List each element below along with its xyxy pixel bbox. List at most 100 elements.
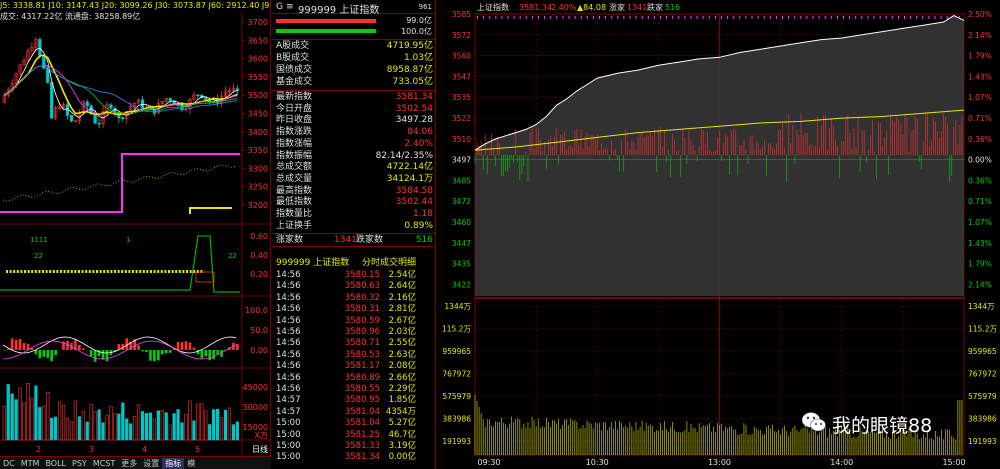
ind1-marker <box>171 270 174 273</box>
event-marker <box>586 16 588 19</box>
tick-time: 14:56 <box>276 281 301 292</box>
chart-down: 516 <box>665 3 680 12</box>
event-marker <box>690 16 692 19</box>
ind2-bar <box>212 350 215 360</box>
ind1-marker <box>168 270 170 273</box>
ind1-marker <box>63 270 66 273</box>
ind2-bar <box>236 343 239 350</box>
vol-axis-label-right: 1344万 <box>968 302 995 311</box>
tick-row: 14:56 3580.89 2.66亿 <box>272 373 436 384</box>
tick-row: 15:00 3581.33 3.19亿 <box>272 441 436 452</box>
period-label[interactable]: 日线 <box>252 444 268 454</box>
event-marker <box>940 16 942 19</box>
price-tick-label: 3300 <box>248 164 268 173</box>
indicator-tab[interactable]: 指标 <box>162 457 185 469</box>
quote-label: 总成交额 <box>276 162 313 173</box>
event-marker <box>592 16 594 19</box>
event-marker <box>568 16 570 19</box>
quote-label: 指数涨跌 <box>276 127 313 138</box>
event-marker <box>763 16 765 19</box>
event-marker <box>562 16 564 19</box>
event-marker <box>885 16 887 19</box>
indicator-tab[interactable]: BOLL <box>42 459 69 468</box>
ind1-tick: 0.60 <box>250 232 268 241</box>
tick-time: 14:56 <box>276 304 301 315</box>
intraday-chart[interactable]: 上证指数 3581.342.40% ▲84.08 涨家 1341 跌家 516 3585 2.5… <box>437 0 1000 469</box>
vol-unit: X万 <box>255 431 268 440</box>
ind1-marker <box>128 270 131 273</box>
event-marker <box>672 16 674 19</box>
vol-bar <box>26 383 30 441</box>
wechat-icon <box>801 412 826 432</box>
ind1-marker <box>175 270 178 273</box>
stat-label: 国债成交 <box>276 65 313 75</box>
menu-icon[interactable]: ≡ <box>286 2 294 12</box>
event-marker <box>666 16 668 19</box>
ind1-marker <box>27 270 30 273</box>
event-marker <box>843 16 844 19</box>
tick-detail-list[interactable]: 14:56 3580.15 2.54亿 14:56 3580.63 2.64亿 14:56 3… <box>272 270 436 465</box>
indicator-tab[interactable]: 设置 <box>140 458 162 469</box>
event-marker <box>928 16 930 19</box>
tick-time: 15:00 <box>276 452 301 463</box>
candle-body <box>46 68 50 83</box>
stat-row: B股成交 1.03亿 <box>272 53 436 65</box>
ma-line <box>4 65 238 112</box>
index-quote: 最新指数 3581.34 今日开盘 3502.54 昨日收盘 3497.28 指数涨跌 84.… <box>272 90 436 232</box>
event-marker <box>501 16 503 19</box>
candle-body <box>148 107 153 110</box>
stat-row: A股成交 4719.95亿 <box>272 41 436 53</box>
pct-axis-label: 0.71% <box>968 114 992 123</box>
indicator-tab[interactable]: 更多 <box>118 458 140 469</box>
grade-badge: G <box>276 2 283 12</box>
indicator-tab[interactable]: MTM <box>18 459 43 468</box>
indicator-tab[interactable]: 模 <box>184 458 198 469</box>
tick-price: 3581.17 <box>344 361 380 372</box>
chart-down-label: 跌家 <box>647 2 663 12</box>
vol-bar <box>140 411 145 441</box>
quote-label: 总成交量 <box>276 173 313 184</box>
price-axis-label: 3547 <box>452 72 471 81</box>
vol-bar <box>105 415 109 441</box>
ind2-bar <box>82 348 85 350</box>
price-axis-label: 3497 <box>452 156 471 165</box>
down-count-label: 跌家数 <box>356 235 384 245</box>
indicator-tab[interactable]: DC <box>0 459 18 468</box>
ind2-bar <box>149 350 152 361</box>
sell-strength-bar <box>276 29 376 33</box>
vol-bar <box>81 410 85 441</box>
ind1-marker <box>70 270 73 273</box>
vol-axis-label-right: 115.2万 <box>968 325 997 334</box>
indicator-tab[interactable]: MCST <box>90 459 118 468</box>
tick-time: 14:56 <box>276 292 301 303</box>
date-label: 2 <box>36 445 41 454</box>
pct-axis-label: 2.50% <box>968 10 992 19</box>
vol-bar <box>125 418 129 441</box>
vol-axis-label: 115.2万 <box>442 325 471 334</box>
ind2-bar <box>93 350 97 362</box>
vol-bar <box>2 405 6 441</box>
ind1-marker <box>45 270 48 273</box>
indicator-toolbar: DC MTM BOLL PSY MCST 更多 设置 指标模 <box>0 456 271 469</box>
tick-row: 15:00 3581.04 5.27亿 <box>272 418 436 429</box>
vol-bar <box>93 411 97 441</box>
ind2-bar <box>157 350 160 361</box>
chart-chg: ▲84.08 <box>577 3 606 12</box>
tick-row: 14:57 3581.04 4354万 <box>272 407 436 418</box>
vol-axis-label-right: 191993 <box>968 437 997 446</box>
ind2-bar <box>216 350 219 355</box>
event-marker <box>897 16 899 19</box>
ind2-tick: 0.00 <box>250 346 268 355</box>
indicator-tab[interactable]: PSY <box>69 459 90 468</box>
quote-row: 指数涨跌 84.06 <box>272 127 436 139</box>
vol-bar <box>168 424 172 441</box>
candle-body <box>93 113 97 124</box>
event-marker <box>617 16 619 19</box>
pct-axis-label: 1.43% <box>968 239 992 248</box>
vol-axis-label-right: 959965 <box>968 347 997 356</box>
tick-volume: 2.29亿 <box>388 384 416 394</box>
time-axis-label: 15:00 <box>942 458 965 467</box>
pct-axis-label: 0.00% <box>968 156 992 165</box>
up-count-label: 涨家数 <box>276 235 304 245</box>
kline-chart[interactable]: 3700365036003550350034503400335033003250… <box>0 0 271 456</box>
